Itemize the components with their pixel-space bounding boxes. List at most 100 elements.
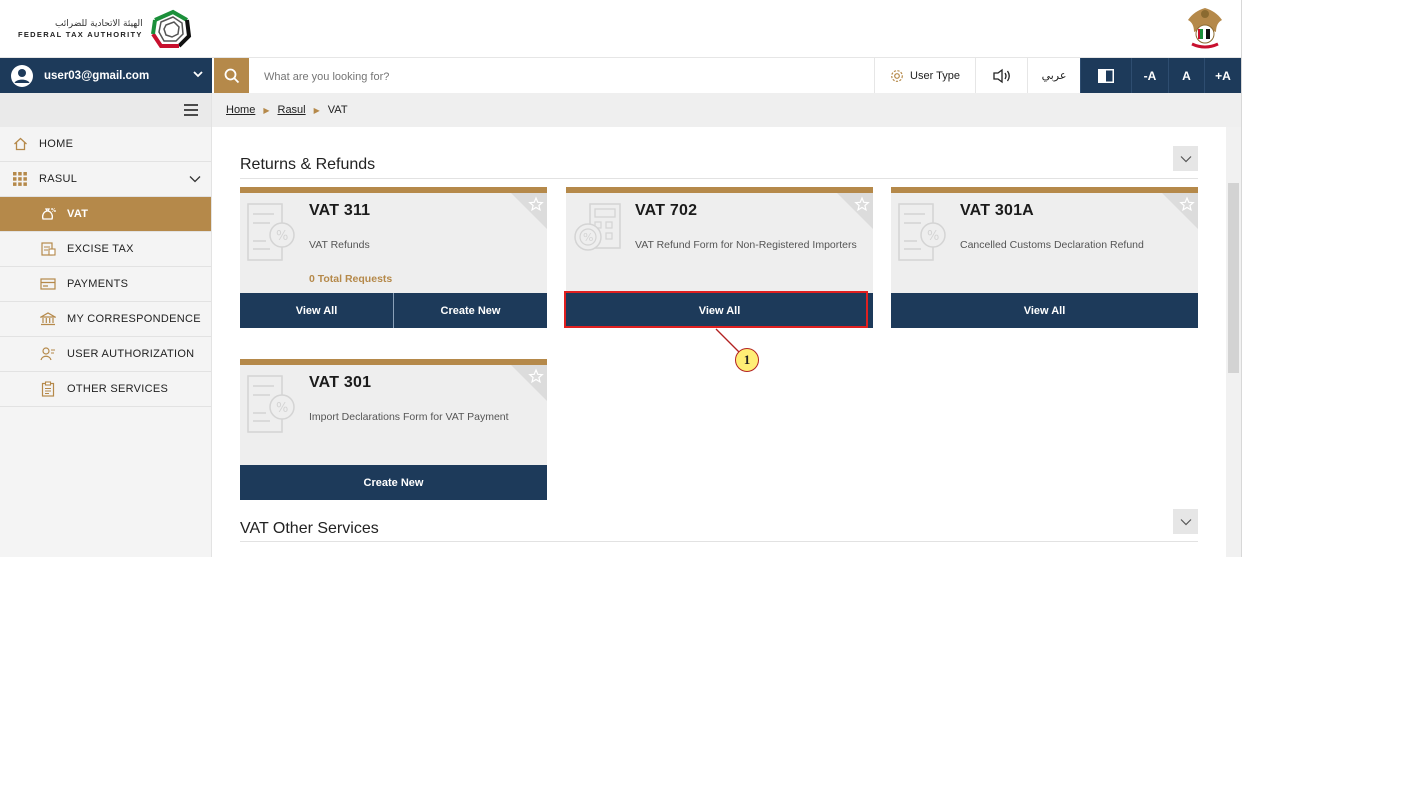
fta-logo[interactable]: الهيئة الاتحادية للضرائب FEDERAL TAX AUT… bbox=[18, 8, 193, 50]
fta-arabic-name: الهيئة الاتحادية للضرائب bbox=[54, 18, 143, 29]
favorite-star-icon[interactable] bbox=[511, 365, 547, 401]
gear-icon bbox=[891, 69, 903, 82]
user-type-button[interactable]: User Type bbox=[874, 58, 975, 93]
view-all-button[interactable]: View All bbox=[891, 293, 1198, 328]
svg-text:%: % bbox=[583, 231, 593, 244]
font-increase-button[interactable]: +A bbox=[1204, 58, 1241, 93]
sidebar-item-payments[interactable]: PAYMENTS bbox=[0, 267, 211, 302]
sidebar-item-label: PAYMENTS bbox=[67, 278, 129, 290]
card-title: VAT 301A bbox=[960, 202, 1034, 219]
card-description: VAT Refund Form for Non-Registered Impor… bbox=[635, 239, 857, 251]
sidebar-item-label: MY CORRESPONDENCE bbox=[67, 313, 201, 325]
user-key-icon bbox=[40, 346, 56, 362]
search-input[interactable] bbox=[252, 58, 886, 95]
callout-highlight bbox=[564, 291, 868, 328]
speaker-icon bbox=[992, 68, 1010, 83]
card-description: Import Declarations Form for VAT Payment bbox=[309, 411, 509, 423]
svg-text:%: % bbox=[276, 401, 288, 416]
calculator-icon: % bbox=[574, 203, 621, 251]
view-all-button[interactable]: View All bbox=[240, 293, 393, 328]
section-divider bbox=[240, 178, 1198, 179]
sidebar-toggle[interactable] bbox=[0, 93, 211, 127]
sidebar-item-my-correspondence[interactable]: MY CORRESPONDENCE bbox=[0, 302, 211, 337]
card-description: Cancelled Customs Declaration Refund bbox=[960, 239, 1144, 251]
document-percent-icon: % bbox=[247, 375, 295, 433]
home-icon bbox=[12, 136, 28, 152]
section-collapse-button[interactable] bbox=[1173, 509, 1198, 534]
callout-number: 1 bbox=[735, 348, 759, 372]
document-percent-icon: % bbox=[247, 203, 295, 261]
user-menu[interactable]: user03@gmail.com bbox=[0, 58, 212, 93]
section-collapse-button[interactable] bbox=[1173, 146, 1198, 171]
card-body: % VAT 301A Cancelled Customs Declaration… bbox=[891, 193, 1198, 293]
fta-emblem-icon bbox=[150, 9, 191, 48]
card-request-count: 0 Total Requests bbox=[309, 273, 393, 285]
card-title: VAT 311 bbox=[309, 202, 371, 219]
fta-english-name: FEDERAL TAX AUTHORITY bbox=[18, 29, 143, 39]
sidebar-item-user-authorization[interactable]: USER AUTHORIZATION bbox=[0, 337, 211, 372]
language-toggle[interactable]: عربي bbox=[1027, 58, 1080, 93]
create-new-button[interactable]: Create New bbox=[393, 293, 547, 328]
favorite-star-icon[interactable] bbox=[511, 193, 547, 229]
search-icon bbox=[224, 68, 239, 83]
app-window: الهيئة الاتحادية للضرائب FEDERAL TAX AUT… bbox=[0, 0, 1242, 557]
breadcrumb-separator-icon: ▶ bbox=[263, 105, 270, 115]
favorite-star-icon[interactable] bbox=[1162, 193, 1198, 229]
breadcrumb-separator-icon: ▶ bbox=[313, 105, 320, 115]
svg-text:%: % bbox=[51, 208, 56, 214]
font-decrease-button[interactable]: -A bbox=[1131, 58, 1168, 93]
sidebar-item-label: OTHER SERVICES bbox=[67, 383, 169, 395]
section-title-returns-refunds: Returns & Refunds bbox=[240, 156, 376, 173]
sound-button[interactable] bbox=[975, 58, 1027, 93]
bank-icon bbox=[40, 311, 56, 327]
create-new-button[interactable]: Create New bbox=[240, 465, 547, 500]
breadcrumb: Home ▶ Rasul ▶ VAT bbox=[212, 93, 1241, 127]
grid-icon bbox=[12, 171, 28, 187]
sidebar-item-label: EXCISE TAX bbox=[67, 243, 134, 255]
chevron-down-icon bbox=[1180, 155, 1191, 162]
contrast-button[interactable] bbox=[1080, 58, 1131, 93]
font-reset-button[interactable]: A bbox=[1168, 58, 1204, 93]
sidebar-item-vat[interactable]: % VAT bbox=[0, 197, 211, 232]
scrollbar-thumb[interactable] bbox=[1228, 183, 1239, 373]
sidebar-item-excise-tax[interactable]: EXCISE TAX bbox=[0, 232, 211, 267]
favorite-star-icon[interactable] bbox=[837, 193, 873, 229]
search-button[interactable] bbox=[214, 58, 249, 93]
card-body: % VAT 301 Import Declarations Form for V… bbox=[240, 365, 547, 465]
user-type-label: User Type bbox=[910, 69, 960, 82]
sidebar-item-label: RASUL bbox=[39, 173, 78, 185]
card-title: VAT 301 bbox=[309, 374, 372, 391]
card-actions: View All bbox=[891, 293, 1198, 328]
sidebar-item-other-services[interactable]: OTHER SERVICES bbox=[0, 372, 211, 407]
service-card-vat-301: % VAT 301 Import Declarations Form for V… bbox=[240, 359, 547, 500]
sidebar: HOME RASUL % VAT EXCISE TAX PAYMENTS MY … bbox=[0, 93, 212, 557]
money-bag-icon: % bbox=[40, 206, 56, 222]
card-body: % VAT 702 VAT Refund Form for Non-Regist… bbox=[566, 193, 873, 293]
main-content: Returns & Refunds % VAT 311 VAT Refunds … bbox=[212, 127, 1225, 557]
sidebar-item-rasul[interactable]: RASUL bbox=[0, 162, 211, 197]
top-navbar: user03@gmail.com User Type bbox=[0, 57, 1241, 95]
contrast-icon bbox=[1098, 68, 1114, 83]
card-icon bbox=[40, 276, 56, 292]
section-divider bbox=[240, 541, 1198, 542]
sidebar-item-label: HOME bbox=[39, 138, 74, 150]
card-body: % VAT 311 VAT Refunds 0 Total Requests bbox=[240, 193, 547, 293]
logo-bar: الهيئة الاتحادية للضرائب FEDERAL TAX AUT… bbox=[0, 0, 1241, 56]
card-actions: View All Create New bbox=[240, 293, 547, 328]
sidebar-item-home[interactable]: HOME bbox=[0, 127, 211, 162]
chevron-down-icon bbox=[193, 71, 203, 78]
chevron-down-icon bbox=[189, 176, 201, 183]
svg-text:%: % bbox=[927, 229, 939, 244]
fta-wordmark: الهيئة الاتحادية للضرائب FEDERAL TAX AUT… bbox=[18, 19, 143, 40]
user-avatar-icon bbox=[11, 64, 33, 87]
sidebar-item-label: USER AUTHORIZATION bbox=[67, 348, 195, 360]
card-description: VAT Refunds bbox=[309, 239, 370, 251]
breadcrumb-home-link[interactable]: Home bbox=[226, 104, 255, 116]
chevron-down-icon bbox=[1180, 518, 1191, 525]
document-percent-icon: % bbox=[898, 203, 946, 261]
section-title-vat-other-services: VAT Other Services bbox=[240, 520, 379, 537]
breadcrumb-rasul-link[interactable]: Rasul bbox=[278, 104, 306, 116]
card-title: VAT 702 bbox=[635, 202, 698, 219]
svg-text:%: % bbox=[276, 229, 288, 244]
breadcrumb-current: VAT bbox=[327, 104, 348, 116]
